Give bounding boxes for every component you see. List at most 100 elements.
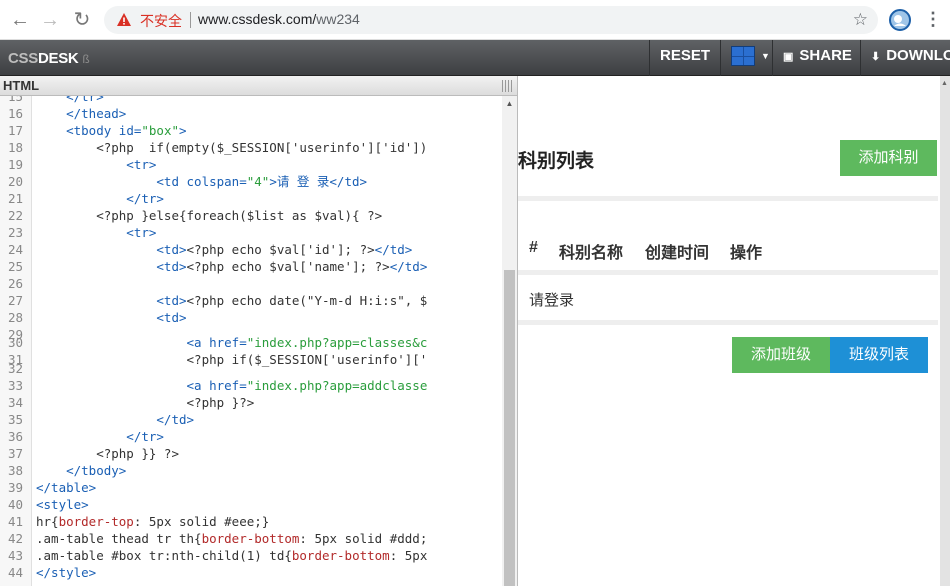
class-list-button[interactable]: 班级列表 [830, 337, 928, 373]
code-line: 39 </table> [0, 479, 502, 496]
line-number: 28 [8, 310, 24, 325]
address-bar[interactable]: 不安全 www.cssdesk.com/ww234 ☆ [104, 6, 878, 34]
url-path: ww234 [316, 11, 360, 27]
code-value: : 5px solid #ddd; [299, 531, 428, 546]
code-line: 24 <td><?php echo $val['id']; ?></td> [0, 241, 502, 258]
line-number: 26 [8, 276, 24, 291]
code-text: <style> [36, 497, 89, 512]
code-text: <?php }?> [36, 395, 255, 410]
url-text[interactable]: www.cssdesk.com/ww234 [198, 11, 360, 27]
code-selector: hr{ [36, 514, 59, 529]
line-number: 15 [8, 96, 24, 104]
code-text: <a [36, 335, 210, 350]
line-number: 19 [8, 157, 24, 172]
code-line: 34 <?php }?> [0, 394, 502, 411]
add-class-button[interactable]: 添加班级 [732, 337, 830, 373]
cssdesk-toolbar: CSSDESK ß RESET ▼ ▣ SHARE ⬇ DOWNLO [0, 40, 950, 76]
editor-title: HTML [3, 78, 40, 93]
login-prompt-cell: 请登录 [529, 292, 575, 309]
code-property: border-bottom [291, 548, 390, 563]
browser-toolbar: ← → ↻ 不安全 www.cssdesk.com/ww234 ☆ ⋮ [0, 0, 950, 40]
reload-icon[interactable]: ↻ [70, 8, 94, 32]
scroll-up-icon[interactable]: ▲ [502, 96, 517, 112]
warning-icon [117, 13, 131, 26]
code-text: <tbody [36, 123, 119, 138]
line-number: 17 [8, 123, 24, 138]
line-number: 24 [8, 242, 24, 257]
code-property: border-top [58, 514, 134, 529]
browser-menu-icon[interactable]: ⋮ [924, 6, 942, 32]
share-label: SHARE [799, 47, 852, 64]
code-line: 16 </thead> [0, 105, 502, 122]
chevron-down-icon: ▼ [761, 51, 770, 61]
code-area[interactable]: 15 </tr> 16 </thead> 17 <tbody id="box">… [0, 96, 502, 586]
scrollbar-thumb[interactable] [504, 270, 515, 586]
code-attr: id= [118, 123, 142, 138]
line-number: 18 [8, 140, 24, 155]
code-php: <?php echo $val['name']; ?> [186, 259, 390, 274]
html-editor-pane: HTML 15 </tr> 16 </thead> 17 <tbody id="… [0, 76, 517, 586]
code-text: </style> [36, 565, 97, 580]
code-string: "4" [246, 174, 270, 189]
code-value: : 5px [389, 548, 428, 563]
logo-desk: DESK [37, 50, 79, 67]
code-text: <a [36, 378, 210, 393]
download-label: DOWNLO [886, 47, 950, 64]
arrow-left-icon[interactable]: ← [8, 8, 32, 32]
code-text: >请 登 录</td> [269, 174, 368, 189]
download-button[interactable]: ⬇ DOWNLO [860, 40, 950, 76]
divider [518, 196, 938, 201]
layout-picker-button[interactable]: ▼ [720, 40, 772, 76]
code-line: 43 .am-table #box tr:nth-child(1) td{bord… [0, 547, 502, 564]
cssdesk-logo[interactable]: CSSDESK ß [8, 50, 90, 67]
resize-grip-icon[interactable] [502, 80, 512, 92]
line-number: 44 [8, 565, 24, 580]
code-text: </tbody> [36, 463, 127, 478]
code-text: <td> [36, 259, 187, 274]
line-number: 16 [8, 106, 24, 121]
page-title: 科别列表 [518, 151, 595, 172]
line-number: 36 [8, 429, 24, 444]
line-number: 43 [8, 548, 24, 563]
code-line: 26 [0, 275, 502, 292]
table-header-created: 创建时间 [645, 245, 710, 262]
extension-icon[interactable] [888, 8, 912, 32]
insecure-label[interactable]: 不安全 [140, 11, 182, 31]
code-selector: .am-table #box tr:nth-child(1) td{ [36, 548, 292, 563]
code-attr: href= [209, 378, 247, 393]
code-line: 22 <?php }else{foreach($list as $val){ ?… [0, 207, 502, 224]
arrow-right-icon[interactable]: → [38, 8, 62, 32]
share-button[interactable]: ▣ SHARE [772, 40, 860, 76]
code-property: border-bottom [201, 531, 300, 546]
code-line: 15 </tr> [0, 96, 502, 105]
url-host: www.cssdesk.com/ [198, 11, 317, 27]
line-number: 37 [8, 446, 24, 461]
bookmark-star-icon[interactable]: ☆ [853, 10, 868, 30]
code-line: 21 </tr> [0, 190, 502, 207]
line-number: 25 [8, 259, 24, 274]
add-subject-button[interactable]: 添加科别 [840, 140, 937, 176]
editor-scrollbar[interactable]: ▲ [502, 96, 517, 586]
code-line: 33 <a href="index.php?app=addclasse [0, 377, 502, 394]
code-line: 37 <?php }} ?> [0, 445, 502, 462]
line-number: 30 [8, 335, 24, 350]
line-number: 38 [8, 463, 24, 478]
row-border [518, 320, 938, 325]
code-line: 35 </td> [0, 411, 502, 428]
code-text: <?php }} ?> [36, 446, 179, 461]
code-line: 40 <style> [0, 496, 502, 513]
code-attr: colspan= [186, 174, 247, 189]
table-header-id: # [529, 239, 538, 256]
preview-scrollbar[interactable]: ▲ [940, 76, 950, 586]
share-icon: ▣ [783, 51, 794, 63]
code-line: 32 [0, 360, 502, 377]
scroll-up-icon[interactable]: ▲ [941, 80, 948, 87]
code-line: 27 <td><?php echo date("Y-m-d H:i:s", $ [0, 292, 502, 309]
reset-button[interactable]: RESET [649, 40, 720, 76]
code-text: </tr> [36, 96, 104, 104]
line-number: 41 [8, 514, 24, 529]
code-line: 19 <tr> [0, 156, 502, 173]
code-php: <?php echo $val['id']; ?> [186, 242, 375, 257]
code-text: </td> [36, 412, 195, 427]
line-number: 35 [8, 412, 24, 427]
